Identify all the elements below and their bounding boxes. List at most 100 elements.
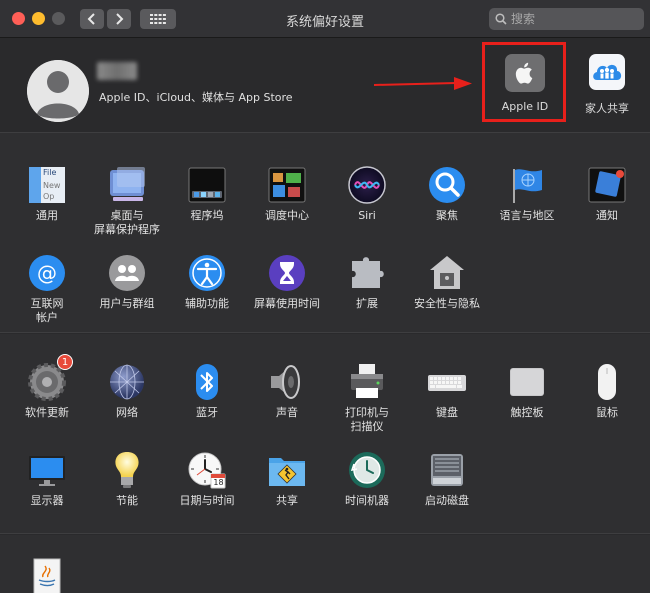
- pane-label: 调度中心: [265, 209, 309, 222]
- hardware-prefs-section: 1 软件更新 网络 蓝牙 声音 打印机与 扫描仪 键盘 触控板 鼠标 显示器 节…: [0, 334, 650, 534]
- pane-network[interactable]: 网络: [87, 362, 167, 420]
- pane-trackpad[interactable]: 触控板: [487, 362, 567, 420]
- network-globe-icon: [107, 362, 147, 402]
- pane-label: 软件更新: [25, 406, 69, 419]
- account-subtitle: Apple ID、iCloud、媒体与 App Store: [99, 91, 293, 104]
- screen-time-icon: [267, 253, 307, 293]
- pane-internet-accounts[interactable]: @ 互联网 帐户: [7, 253, 87, 325]
- other-prefs-section: [0, 535, 650, 593]
- keyboard-icon: [427, 362, 467, 402]
- pane-extensions[interactable]: 扩展: [327, 253, 407, 311]
- personal-prefs-section: File New Op 通用 桌面与 屏幕保护程序 程序坞 调度中心 Siri …: [0, 133, 650, 333]
- pane-screen-time[interactable]: 屏幕使用时间: [247, 253, 327, 311]
- pane-label: 启动磁盘: [425, 494, 469, 507]
- pane-label: 打印机与 扫描仪: [345, 406, 389, 433]
- forward-button[interactable]: [107, 9, 131, 29]
- pane-label: 安全性与隐私: [414, 297, 480, 310]
- family-sharing-pane[interactable]: [589, 54, 625, 90]
- chevron-left-icon: [87, 13, 95, 25]
- pane-printers-scanners[interactable]: 打印机与 扫描仪: [327, 362, 407, 434]
- minimize-button[interactable]: [32, 12, 45, 25]
- calendar-day: 18: [213, 478, 224, 487]
- pane-sharing[interactable]: 共享: [247, 450, 327, 508]
- pane-keyboard[interactable]: 键盘: [407, 362, 487, 420]
- pane-label: 辅助功能: [185, 297, 229, 310]
- trackpad-icon: [507, 362, 547, 402]
- pane-label: 日期与时间: [179, 494, 235, 507]
- apple-logo-icon: [515, 62, 533, 84]
- pane-label: 键盘: [436, 406, 458, 419]
- users-icon: [107, 253, 147, 293]
- pane-sound[interactable]: 声音: [247, 362, 327, 420]
- pane-software-update[interactable]: 1 软件更新: [7, 354, 87, 420]
- startup-disk-icon: [427, 450, 467, 490]
- pane-spotlight[interactable]: 聚焦: [407, 165, 487, 223]
- display-icon: [27, 450, 67, 490]
- user-name-blurred: [97, 62, 137, 80]
- family-cloud-icon: [593, 64, 622, 80]
- time-machine-icon: [347, 450, 387, 490]
- pane-label: 聚焦: [436, 209, 458, 222]
- pane-displays[interactable]: 显示器: [7, 450, 87, 508]
- family-sharing-label[interactable]: 家人共享: [567, 100, 647, 116]
- sharing-folder-icon: [267, 450, 307, 490]
- pane-label: 程序坞: [190, 209, 224, 222]
- printer-icon: [347, 362, 387, 402]
- pane-label: 扩展: [356, 297, 378, 310]
- svg-text:@: @: [37, 261, 57, 285]
- zoom-button[interactable]: [52, 12, 65, 25]
- pane-siri[interactable]: Siri: [327, 165, 407, 223]
- general-icon-text-op: Op: [43, 192, 55, 201]
- siri-icon: [347, 165, 387, 205]
- titlebar: 系统偏好设置: [0, 0, 650, 38]
- pane-energy-saver[interactable]: 节能: [87, 450, 167, 508]
- pane-language-region[interactable]: 语言与地区: [487, 165, 567, 223]
- general-icon-text-new: New: [43, 181, 61, 190]
- search-field[interactable]: [489, 8, 644, 30]
- pane-label: 共享: [276, 494, 298, 507]
- pane-date-time[interactable]: 18 日期与时间: [167, 450, 247, 508]
- apple-id-label[interactable]: Apple ID: [485, 100, 565, 113]
- pane-security-privacy[interactable]: 安全性与隐私: [407, 253, 487, 311]
- pane-mouse[interactable]: 鼠标: [567, 362, 647, 420]
- account-header: Apple ID、iCloud、媒体与 App Store Apple ID 家…: [0, 38, 650, 133]
- back-button[interactable]: [80, 9, 104, 29]
- pane-dock[interactable]: 程序坞: [167, 165, 247, 223]
- pane-time-machine[interactable]: 时间机器: [327, 450, 407, 508]
- pane-mission-control[interactable]: 调度中心: [247, 165, 327, 223]
- red-arrow-annotation: [374, 77, 472, 90]
- pane-notifications[interactable]: 通知: [567, 165, 647, 223]
- pane-startup-disk[interactable]: 启动磁盘: [407, 450, 487, 508]
- energy-bulb-icon: [107, 450, 147, 490]
- clock-calendar-icon: 18: [187, 450, 227, 490]
- close-button[interactable]: [12, 12, 25, 25]
- pane-accessibility[interactable]: 辅助功能: [167, 253, 247, 311]
- pane-label: 桌面与 屏幕保护程序: [94, 209, 160, 236]
- pane-label: 触控板: [510, 406, 544, 419]
- search-input[interactable]: [511, 12, 631, 26]
- pane-label: 时间机器: [345, 494, 389, 507]
- pane-users-groups[interactable]: 用户与群组: [87, 253, 167, 311]
- pane-java[interactable]: [7, 557, 87, 593]
- security-house-icon: [427, 253, 467, 293]
- spotlight-icon: [427, 165, 467, 205]
- pane-general[interactable]: File New Op 通用: [7, 165, 87, 223]
- pane-label: 声音: [276, 406, 298, 419]
- mouse-icon: [587, 362, 627, 402]
- show-all-button[interactable]: [140, 9, 176, 29]
- general-icon-text-file: File: [43, 168, 57, 177]
- pane-label: 互联网 帐户: [30, 297, 64, 324]
- internet-accounts-icon: @: [27, 253, 67, 293]
- pane-label: 屏幕使用时间: [254, 297, 320, 310]
- avatar[interactable]: [27, 60, 89, 122]
- extensions-icon: [347, 253, 387, 293]
- pane-desktop-screensaver[interactable]: 桌面与 屏幕保护程序: [87, 165, 167, 237]
- pane-label: 蓝牙: [196, 406, 218, 419]
- pane-label: 显示器: [30, 494, 64, 507]
- pane-label: Siri: [358, 209, 376, 222]
- apple-id-pane[interactable]: [505, 54, 545, 92]
- general-icon: File New Op: [27, 165, 67, 205]
- dock-icon: [187, 165, 227, 205]
- pane-bluetooth[interactable]: 蓝牙: [167, 362, 247, 420]
- pane-label: 通用: [36, 209, 58, 222]
